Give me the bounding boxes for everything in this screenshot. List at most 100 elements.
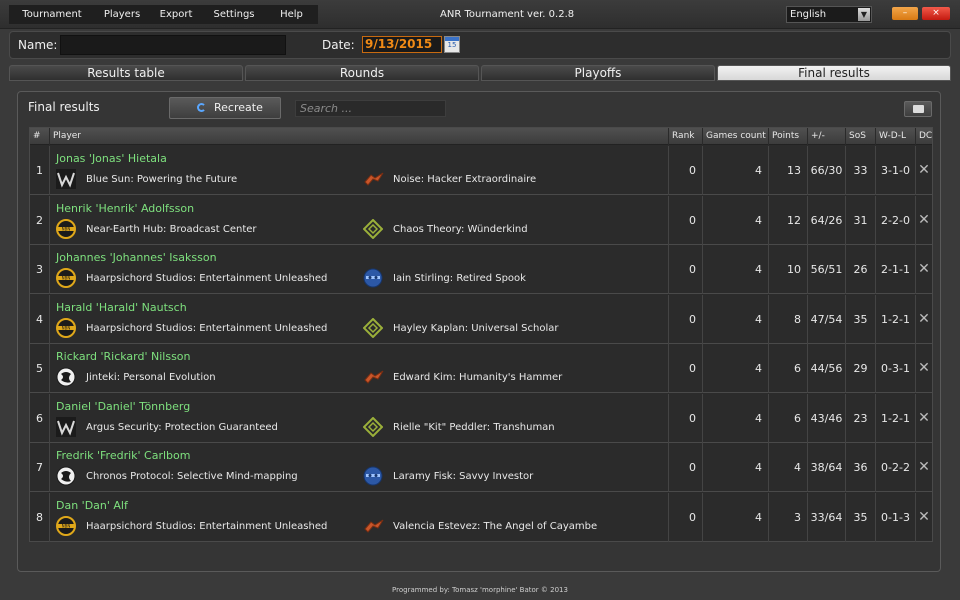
corp-identity: Chronos Protocol: Selective Mind-mapping bbox=[86, 471, 298, 482]
date-input[interactable]: 9/13/2015 bbox=[362, 36, 442, 53]
footer-credit: Programmed by: Tomasz 'morphine' Bator ©… bbox=[392, 586, 568, 594]
col-wdl[interactable]: W-D-L bbox=[876, 128, 916, 145]
points-cell: 3 bbox=[769, 492, 808, 542]
player-name: Henrik 'Henrik' Adolfsson bbox=[56, 201, 195, 215]
sos-cell: 35 bbox=[846, 294, 876, 344]
rank-cell: 0 bbox=[669, 344, 703, 393]
corp-identity: Blue Sun: Powering the Future bbox=[86, 174, 238, 185]
table-header: # Player Rank Games count Points +/- SoS… bbox=[30, 128, 932, 145]
player-name: Harald 'Harald' Nautsch bbox=[56, 300, 187, 314]
runner-identity: Hayley Kaplan: Universal Scholar bbox=[393, 322, 559, 334]
tab-final-results[interactable]: Final results bbox=[717, 65, 951, 81]
shaper-icon bbox=[362, 416, 384, 437]
close-button[interactable]: × bbox=[922, 7, 950, 20]
points-cell: 8 bbox=[769, 294, 808, 344]
menu-bar: Tournament Players Export Settings Help bbox=[9, 5, 318, 24]
menu-settings[interactable]: Settings bbox=[203, 5, 265, 24]
sos-cell: 23 bbox=[846, 393, 876, 443]
criminal-icon bbox=[363, 268, 383, 288]
tab-results-table[interactable]: Results table bbox=[9, 65, 243, 81]
player-name: Daniel 'Daniel' Tönnberg bbox=[56, 399, 191, 413]
wdl-cell: 0-2-2 bbox=[876, 443, 916, 492]
sos-cell: 29 bbox=[846, 344, 876, 393]
table-row[interactable]: 6 Daniel 'Daniel' Tönnberg Argus Security:… bbox=[30, 393, 932, 443]
player-cell: Henrik 'Henrik' Adolfsson NBN Near-Earth H… bbox=[50, 195, 669, 245]
search-input[interactable]: Search ... bbox=[295, 100, 446, 117]
col-rank[interactable]: Rank bbox=[669, 128, 703, 145]
svg-text:NBN: NBN bbox=[62, 325, 71, 330]
menu-help[interactable]: Help bbox=[265, 5, 318, 24]
rank-cell: 0 bbox=[669, 146, 703, 195]
dc-toggle-icon[interactable]: ✕ bbox=[916, 245, 932, 294]
games-count-cell: 4 bbox=[703, 344, 769, 393]
player-cell: Harald 'Harald' Nautsch NBN Haarpsichord S… bbox=[50, 294, 669, 344]
tab-rounds[interactable]: Rounds bbox=[245, 65, 479, 81]
tab-bar: Results table Rounds Playoffs Final resu… bbox=[9, 65, 951, 81]
dc-toggle-icon[interactable]: ✕ bbox=[916, 196, 932, 245]
col-index[interactable]: # bbox=[30, 128, 50, 145]
language-select[interactable]: English ▼ bbox=[786, 6, 872, 23]
player-cell: Jonas 'Jonas' Hietala Blue Sun: Powering … bbox=[50, 146, 669, 195]
results-table: # Player Rank Games count Points +/- SoS… bbox=[29, 127, 933, 542]
dc-toggle-icon[interactable]: ✕ bbox=[916, 146, 932, 195]
criminal-icon bbox=[363, 466, 383, 486]
chevron-down-icon[interactable]: ▼ bbox=[858, 8, 870, 21]
corp-identity: Argus Security: Protection Guaranteed bbox=[86, 421, 278, 433]
svg-text:NBN: NBN bbox=[62, 276, 71, 281]
player-cell: Dan 'Dan' Alf NBN Haarpsichord Studios: En… bbox=[50, 492, 669, 542]
col-games-count[interactable]: Games count bbox=[703, 128, 769, 145]
table-row[interactable]: 3 Johannes 'Johannes' Isaksson NBN Haarpsic… bbox=[30, 245, 932, 294]
minimize-button[interactable]: – bbox=[892, 7, 918, 20]
runner-identity: Noise: Hacker Extraordinaire bbox=[393, 174, 537, 185]
refresh-icon bbox=[197, 103, 206, 112]
dc-toggle-icon[interactable]: ✕ bbox=[916, 493, 932, 542]
dc-toggle-icon[interactable]: ✕ bbox=[916, 344, 932, 393]
col-sos[interactable]: SoS bbox=[846, 128, 876, 145]
nbn-icon: NBN bbox=[56, 268, 76, 288]
row-index: 2 bbox=[30, 195, 50, 245]
dc-toggle-icon[interactable]: ✕ bbox=[916, 443, 932, 492]
diff-cell: 47/54 bbox=[808, 294, 846, 344]
table-row[interactable]: 5 Rickard 'Rickard' Nilsson Jinteki: Perso… bbox=[30, 344, 932, 393]
shaper-icon bbox=[362, 218, 384, 239]
rank-cell: 0 bbox=[669, 294, 703, 344]
col-dc[interactable]: DC bbox=[916, 128, 932, 145]
svg-text:NBN: NBN bbox=[62, 523, 71, 528]
diff-cell: 33/64 bbox=[808, 492, 846, 542]
col-player[interactable]: Player bbox=[50, 128, 669, 145]
recreate-button[interactable]: Recreate bbox=[169, 97, 281, 119]
player-name: Dan 'Dan' Alf bbox=[56, 498, 128, 512]
runner-identity: Edward Kim: Humanity's Hammer bbox=[393, 372, 563, 383]
menu-export[interactable]: Export bbox=[149, 5, 203, 24]
table-row[interactable]: 7 Fredrik 'Fredrik' Carlbom Chronos Protoc… bbox=[30, 443, 932, 492]
dc-toggle-icon[interactable]: ✕ bbox=[916, 295, 932, 344]
table-row[interactable]: 2 Henrik 'Henrik' Adolfsson NBN Near-Earth … bbox=[30, 195, 932, 245]
table-row[interactable]: 1 Jonas 'Jonas' Hietala Blue Sun: Powering… bbox=[30, 146, 932, 195]
wdl-cell: 1-2-1 bbox=[876, 294, 916, 344]
calendar-icon[interactable]: 15 bbox=[444, 36, 460, 53]
svg-text:NBN: NBN bbox=[62, 226, 71, 231]
row-index: 5 bbox=[30, 344, 50, 393]
diff-cell: 44/56 bbox=[808, 344, 846, 393]
table-row[interactable]: 8 Dan 'Dan' Alf NBN Haarpsichord Studios: E… bbox=[30, 492, 932, 542]
points-cell: 10 bbox=[769, 245, 808, 294]
tab-playoffs[interactable]: Playoffs bbox=[481, 65, 715, 81]
corp-identity: Near-Earth Hub: Broadcast Center bbox=[86, 223, 257, 235]
menu-players[interactable]: Players bbox=[95, 5, 149, 24]
points-cell: 6 bbox=[769, 344, 808, 393]
col-points[interactable]: Points bbox=[769, 128, 808, 145]
col-diff[interactable]: +/- bbox=[808, 128, 846, 145]
table-row[interactable]: 4 Harald 'Harald' Nautsch NBN Haarpsichord … bbox=[30, 294, 932, 344]
nbn-icon: NBN bbox=[56, 317, 76, 338]
games-count-cell: 4 bbox=[703, 195, 769, 245]
menu-tournament[interactable]: Tournament bbox=[9, 5, 95, 24]
row-index: 7 bbox=[30, 443, 50, 492]
wdl-cell: 1-2-1 bbox=[876, 393, 916, 443]
player-cell: Johannes 'Johannes' Isaksson NBN Haarpsich… bbox=[50, 245, 669, 294]
games-count-cell: 4 bbox=[703, 393, 769, 443]
dc-toggle-icon[interactable]: ✕ bbox=[916, 394, 932, 443]
row-index: 3 bbox=[30, 245, 50, 294]
anarch-icon bbox=[363, 516, 384, 536]
name-input[interactable] bbox=[60, 35, 286, 55]
clear-search-button[interactable] bbox=[904, 101, 932, 117]
